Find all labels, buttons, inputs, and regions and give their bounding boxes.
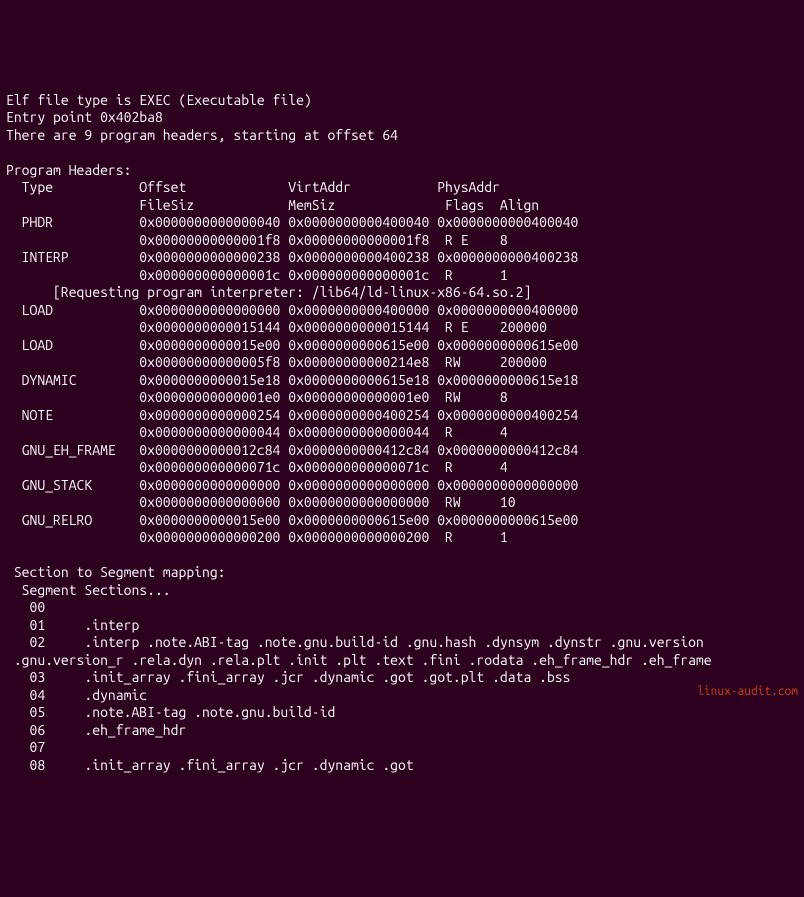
dynamic-line-2: 0x00000000000001e0 0x00000000000001e0 RW… (6, 389, 508, 405)
gnu-eh-frame-line-2: 0x000000000000071c 0x000000000000071c R … (6, 459, 508, 475)
mapping-row-02a: 02 .interp .note.ABI-tag .note.gnu.build… (6, 634, 704, 650)
mapping-row-06: 06 .eh_frame_hdr (6, 722, 194, 738)
columns-row-2: FileSiz MemSiz Flags Align (6, 197, 539, 213)
interp-line-2: 0x000000000000001c 0x000000000000001c R … (6, 267, 508, 283)
load2-line-2: 0x00000000000005f8 0x00000000000214e8 RW… (6, 354, 547, 370)
gnu-stack-line-1: GNU_STACK 0x0000000000000000 0x000000000… (6, 477, 578, 493)
gnu-relro-line-2: 0x0000000000000200 0x0000000000000200 R … (6, 529, 508, 545)
terminal-output: Elf file type is EXEC (Executable file) … (6, 74, 798, 774)
columns-row-1: Type Offset VirtAddr PhysAddr (6, 179, 500, 195)
mapping-row-04: 04 .dynamic (6, 687, 155, 703)
interp-line-1: INTERP 0x0000000000000238 0x000000000040… (6, 249, 578, 265)
mapping-title: Section to Segment mapping: (6, 564, 226, 580)
mapping-row-01: 01 .interp (6, 617, 147, 633)
mapping-row-08: 08 .init_array .fini_array .jcr .dynamic… (6, 757, 422, 773)
elf-file-type: Elf file type is EXEC (Executable file) (6, 92, 312, 108)
mapping-row-03: 03 .init_array .fini_array .jcr .dynamic… (6, 669, 578, 685)
mapping-row-00: 00 (6, 599, 84, 615)
gnu-relro-line-1: GNU_RELRO 0x0000000000015e00 0x000000000… (6, 512, 578, 528)
interp-note: [Requesting program interpreter: /lib64/… (6, 284, 531, 300)
load1-line-1: LOAD 0x0000000000000000 0x00000000004000… (6, 302, 578, 318)
program-headers-title: Program Headers: (6, 162, 131, 178)
gnu-stack-line-2: 0x0000000000000000 0x0000000000000000 RW… (6, 494, 516, 510)
gnu-eh-frame-line-1: GNU_EH_FRAME 0x0000000000012c84 0x000000… (6, 442, 578, 458)
watermark: linux-audit.com (697, 684, 798, 699)
note-line-1: NOTE 0x0000000000000254 0x00000000004002… (6, 407, 578, 423)
phdr-line-2: 0x00000000000001f8 0x00000000000001f8 R … (6, 232, 508, 248)
mapping-row-07: 07 (6, 739, 84, 755)
phdr-line-1: PHDR 0x0000000000000040 0x00000000004000… (6, 214, 578, 230)
load2-line-1: LOAD 0x0000000000015e00 0x0000000000615e… (6, 337, 578, 353)
entry-point: Entry point 0x402ba8 (6, 109, 163, 125)
note-line-2: 0x0000000000000044 0x0000000000000044 R … (6, 424, 508, 440)
mapping-subtitle: Segment Sections... (6, 582, 171, 598)
mapping-row-02b: .gnu.version_r .rela.dyn .rela.plt .init… (6, 652, 719, 668)
mapping-row-05: 05 .note.ABI-tag .note.gnu.build-id (6, 704, 343, 720)
dynamic-line-1: DYNAMIC 0x0000000000015e18 0x00000000006… (6, 372, 578, 388)
header-count: There are 9 program headers, starting at… (6, 127, 398, 143)
load1-line-2: 0x0000000000015144 0x0000000000015144 R … (6, 319, 547, 335)
